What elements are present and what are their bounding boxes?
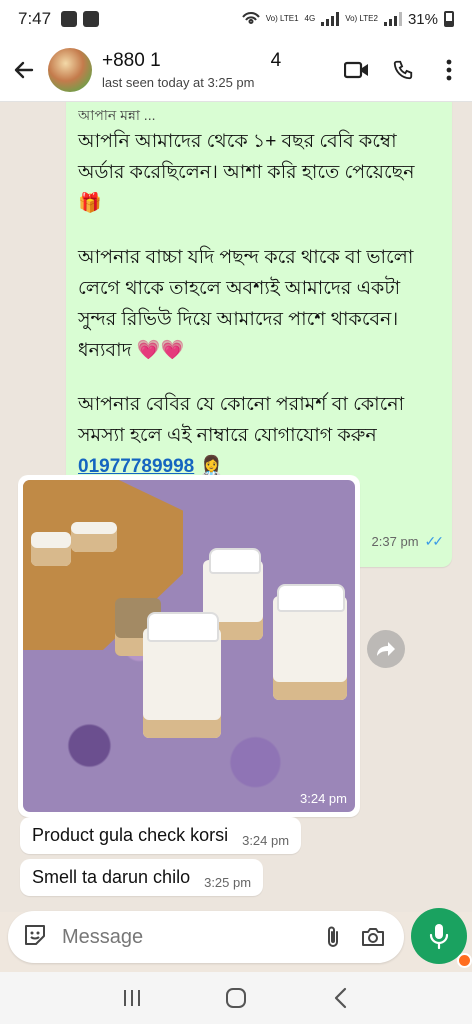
home-button[interactable] — [216, 978, 256, 1018]
paperclip-icon — [328, 926, 338, 947]
jar-lid — [277, 584, 345, 612]
voice-call-button[interactable] — [380, 38, 426, 102]
doctor-emoji: 👩‍⚕️ — [199, 456, 224, 477]
system-back-button[interactable] — [320, 978, 360, 1018]
attach-button[interactable] — [316, 920, 350, 954]
forward-icon — [377, 642, 395, 656]
sim2-label: Vo) LTE2 — [345, 14, 378, 23]
incoming-message[interactable]: Smell ta darun chilo 3:25 pm — [20, 859, 264, 896]
status-time: 7:47 — [18, 9, 52, 28]
sim1-label: Vo) LTE1 — [265, 14, 299, 23]
contact-name-suffix: 4 — [270, 49, 282, 71]
chat-header: +880 1 4 last seen today at 3:25 pm — [0, 38, 472, 102]
camera-button[interactable] — [356, 920, 390, 954]
incoming-time: 3:25 pm — [204, 875, 252, 890]
phone-number-link[interactable]: 01977789998 — [78, 456, 194, 477]
image-message[interactable]: 3:24 pm — [18, 475, 360, 817]
contact-name: +880 1 4 — [102, 50, 334, 72]
puzzle-notification-icon — [83, 11, 100, 27]
kebab-menu-icon — [446, 59, 452, 80]
forward-button[interactable] — [367, 630, 405, 668]
message-meta: 2:37 pm ✓✓ — [371, 526, 445, 557]
jar-lid — [147, 612, 219, 642]
sticker-button[interactable] — [22, 922, 48, 953]
redacted-number — [160, 50, 271, 71]
contact-name-prefix: +880 1 — [102, 49, 161, 71]
system-navigation-bar — [0, 972, 472, 1024]
message-paragraph-2: আপনার বাচ্চা যদি পছন্দ করে থাকে বা ভালো … — [78, 247, 414, 361]
microphone-icon — [429, 924, 449, 950]
chat-area[interactable]: আপনি মুন্না ... আপনি আমাদের থেকে ১+ বছর … — [0, 102, 472, 912]
phone-icon — [393, 60, 413, 79]
home-icon — [226, 988, 246, 1008]
status-bar: 7:47 Vo) LTE1 4G Vo) LTE2 31% — [0, 0, 472, 38]
battery-icon — [444, 11, 454, 27]
back-button[interactable] — [0, 38, 48, 102]
message-input[interactable]: Message — [62, 926, 310, 949]
product-photo[interactable]: 3:24 pm — [23, 480, 355, 812]
video-call-button[interactable] — [334, 38, 380, 102]
incoming-text: Product gula check korsi — [32, 825, 229, 845]
message-paragraph-1: আপনি আমাদের থেকে ১+ বছর বেবি কম্বো অর্ডা… — [78, 131, 415, 214]
jar — [71, 522, 117, 552]
contact-info[interactable]: +880 1 4 last seen today at 3:25 pm — [102, 50, 334, 90]
partial-line: আপনি মুন্না ... — [78, 110, 156, 120]
meta-ai-badge-icon[interactable] — [457, 953, 472, 968]
photo-time: 3:24 pm — [300, 791, 347, 806]
jar — [143, 628, 221, 738]
back-arrow-icon — [14, 61, 34, 78]
chevron-left-icon — [334, 987, 347, 1009]
contact-avatar[interactable] — [48, 47, 92, 92]
jar-lid — [209, 548, 261, 574]
sim1-signal-icon — [321, 12, 340, 26]
network-type: 4G — [304, 14, 316, 23]
sim2-signal-icon — [383, 12, 402, 26]
incoming-time: 3:24 pm — [242, 833, 290, 848]
message-composer: Message — [8, 911, 404, 963]
incoming-message[interactable]: Product gula check korsi 3:24 pm — [20, 817, 302, 854]
message-paragraph-3-text: আপনার বেবির যে কোনো পরামর্শ বা কোনো সমস্… — [78, 394, 405, 446]
last-seen: last seen today at 3:25 pm — [102, 74, 255, 90]
incoming-text: Smell ta darun chilo — [32, 867, 191, 887]
message-time: 2:37 pm — [371, 534, 419, 549]
message-paragraph-3: আপনার বেবির যে কোনো পরামর্শ বা কোনো সমস্… — [78, 389, 442, 482]
read-receipt-icon: ✓✓ — [424, 533, 445, 549]
hotspot-icon — [241, 9, 260, 29]
recents-icon — [124, 990, 140, 1006]
sticker-icon — [25, 924, 45, 945]
recent-apps-button[interactable] — [112, 978, 152, 1018]
video-camera-icon — [344, 61, 368, 78]
gallery-notification-icon — [61, 11, 78, 27]
camera-icon — [362, 928, 384, 946]
jar — [31, 532, 71, 566]
battery-percent: 31% — [407, 10, 438, 28]
more-options-button[interactable] — [426, 38, 472, 102]
